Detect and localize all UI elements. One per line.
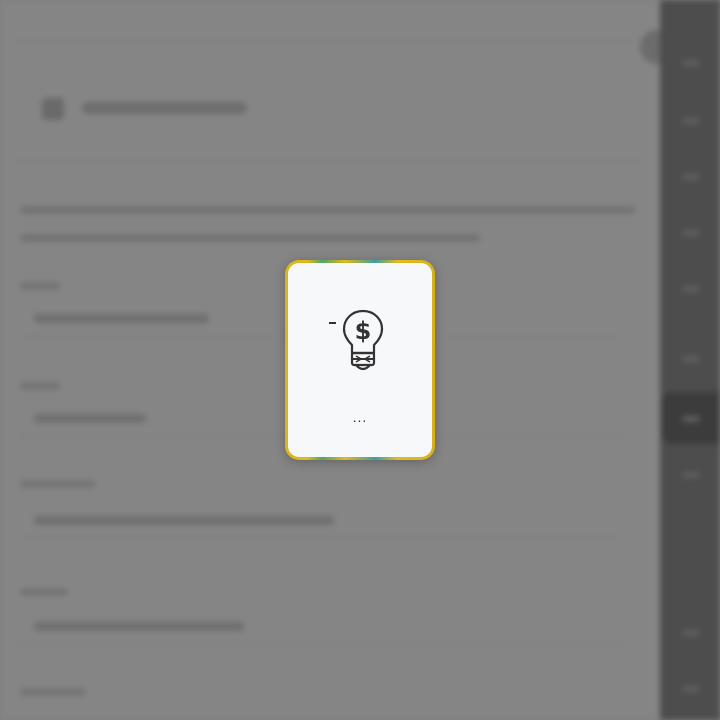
background-rail-icon	[682, 174, 700, 180]
background-rail-icon	[682, 118, 700, 124]
idea-money-lightbulb-icon: $	[342, 309, 384, 371]
background-paragraph-line	[20, 206, 635, 214]
background-header-title	[82, 102, 247, 114]
loading-dialog: $ ...	[285, 260, 435, 460]
background-field-value	[34, 414, 146, 423]
background-field-value	[34, 314, 209, 323]
background-field-value	[34, 622, 244, 631]
background-rail-icon	[682, 60, 700, 66]
background-rail-icon	[682, 416, 700, 422]
background-paragraph-line	[20, 234, 480, 242]
background-rail-icon	[682, 630, 700, 636]
background-header-icon	[42, 98, 64, 120]
background-field-label	[20, 588, 68, 596]
background-rail-icon	[682, 356, 700, 362]
background-rail-icon	[682, 230, 700, 236]
background-rail-icon	[682, 472, 700, 478]
background-field-label	[20, 382, 60, 390]
minus-icon	[329, 322, 336, 324]
background-field-label	[20, 688, 85, 696]
background-divider	[18, 160, 638, 161]
svg-text:$: $	[355, 317, 372, 345]
background-rail-icon	[682, 686, 700, 692]
background-divider	[18, 40, 638, 41]
background-field-value	[34, 516, 334, 525]
background-rail-icon	[682, 286, 700, 292]
loading-text: ...	[352, 409, 368, 425]
background-field-label	[20, 480, 95, 488]
loading-dialog-body: $ ...	[288, 263, 432, 457]
background-field-label	[20, 282, 60, 290]
